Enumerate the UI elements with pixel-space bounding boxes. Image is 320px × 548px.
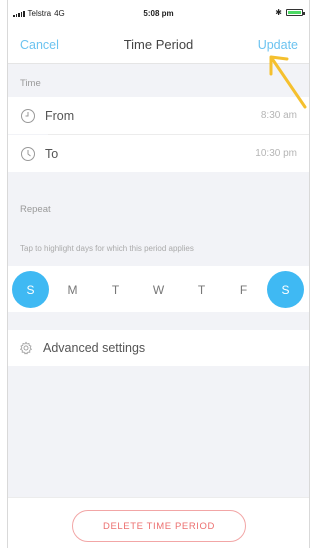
day-monday[interactable]: M [54, 271, 91, 308]
to-row[interactable]: To 10:30 pm [8, 135, 309, 172]
repeat-hint: Tap to highlight days for which this per… [20, 244, 194, 253]
advanced-settings-row[interactable]: Advanced settings [8, 330, 309, 366]
day-wednesday[interactable]: W [140, 271, 177, 308]
day-saturday[interactable]: S [267, 271, 304, 308]
from-row[interactable]: From 8:30 am [8, 97, 309, 134]
status-bar: Telstra 4G 5:08 pm ✱ [8, 0, 309, 24]
battery-icon [286, 9, 305, 16]
delete-time-period-button[interactable]: DELETE TIME PERIOD [72, 510, 246, 542]
status-time: 5:08 pm [143, 9, 174, 18]
bluetooth-icon: ✱ [275, 8, 282, 17]
clock-icon [21, 146, 35, 161]
phone-screen: Telstra 4G 5:08 pm ✱ Cancel Time Period … [7, 0, 310, 548]
day-thursday[interactable]: T [183, 271, 220, 308]
clock-icon [21, 108, 35, 123]
from-label: From [45, 108, 75, 123]
to-value[interactable]: 10:30 pm [255, 148, 297, 159]
footer: DELETE TIME PERIOD [8, 497, 309, 548]
status-right: ✱ [275, 8, 305, 17]
update-button[interactable]: Update [258, 38, 298, 52]
annotation-arrow-icon [269, 55, 307, 109]
day-tuesday[interactable]: T [97, 271, 134, 308]
nav-bar: Cancel Time Period Update [8, 24, 309, 64]
to-label: To [45, 146, 59, 161]
advanced-settings-label: Advanced settings [43, 341, 146, 355]
day-friday[interactable]: F [225, 271, 262, 308]
day-sunday[interactable]: S [12, 271, 49, 308]
gear-icon [19, 341, 33, 355]
day-selector: S M T W T F S [8, 266, 309, 312]
time-section-header: Time [20, 78, 41, 89]
repeat-section-header: Repeat [20, 204, 51, 215]
